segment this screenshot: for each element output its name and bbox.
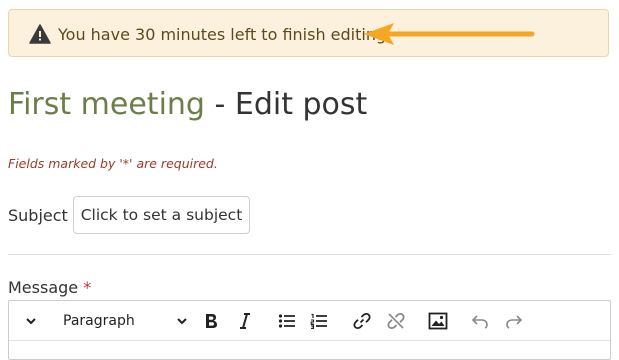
bullet-list-button[interactable]: [275, 309, 299, 333]
image-icon: [428, 312, 448, 330]
link-button[interactable]: [350, 309, 374, 333]
numbered-list-icon: [310, 313, 327, 329]
unlink-button[interactable]: [384, 309, 408, 333]
course-link[interactable]: First meeting: [8, 87, 205, 122]
link-icon: [353, 312, 371, 330]
divider: [8, 254, 611, 255]
image-button[interactable]: [426, 309, 450, 333]
redo-icon: [506, 315, 523, 329]
subject-label: Subject: [8, 206, 68, 225]
warning-icon: [29, 24, 51, 44]
bold-button[interactable]: [199, 309, 223, 333]
block-format-select[interactable]: Paragraph: [61, 309, 191, 333]
numbered-list-button[interactable]: [307, 309, 331, 333]
italic-icon: [240, 313, 250, 329]
bullet-list-icon: [278, 314, 295, 328]
editor-toolbar: Paragraph: [9, 301, 610, 341]
italic-button[interactable]: [233, 309, 257, 333]
required-marker: *: [83, 278, 92, 297]
alert-text: You have 30 minutes left to finish editi…: [58, 25, 392, 44]
message-editor[interactable]: Paragraph: [8, 300, 611, 360]
page-title-action: - Edit post: [204, 87, 368, 122]
block-format-label: Paragraph: [63, 313, 135, 329]
chevron-down-icon: [26, 318, 36, 325]
undo-icon: [471, 315, 488, 329]
message-label-text: Message: [8, 278, 79, 297]
bold-icon: [206, 314, 217, 328]
required-fields-note: Fields marked by '*' are required.: [8, 156, 218, 171]
message-label: Message *: [8, 278, 91, 297]
unlink-icon: [387, 312, 405, 330]
chevron-down-icon: [177, 318, 187, 325]
toolbar-toggle-button[interactable]: [19, 309, 43, 333]
annotation-arrow-icon: [364, 23, 535, 45]
page-title: First meeting - Edit post: [8, 87, 367, 122]
set-subject-button[interactable]: Click to set a subject: [73, 196, 250, 234]
redo-button[interactable]: [502, 309, 526, 333]
undo-button[interactable]: [468, 309, 492, 333]
